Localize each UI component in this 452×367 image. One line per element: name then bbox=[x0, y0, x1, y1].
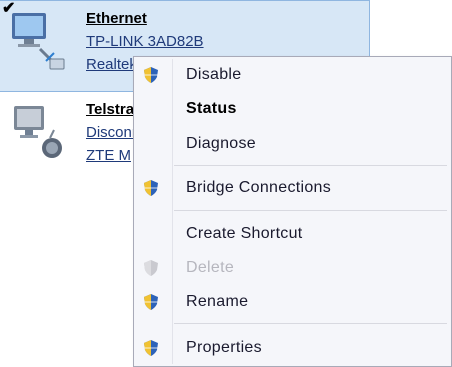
mobile-broadband-icon bbox=[14, 106, 62, 158]
menu-item-label: Delete bbox=[186, 259, 235, 276]
network-adapter-icon bbox=[12, 13, 65, 70]
menu-item-label: Status bbox=[186, 100, 237, 117]
menu-item-rename[interactable]: Rename bbox=[136, 287, 449, 317]
uac-shield-icon bbox=[144, 180, 158, 196]
uac-shield-icon bbox=[144, 340, 158, 356]
menu-item-label: Bridge Connections bbox=[186, 179, 332, 196]
menu-separator bbox=[174, 165, 447, 166]
menu-item-status[interactable]: Status bbox=[136, 94, 449, 124]
menu-item-label: Properties bbox=[186, 339, 262, 356]
uac-shield-icon bbox=[144, 260, 158, 276]
connection-name[interactable]: Ethernet bbox=[86, 7, 204, 30]
menu-separator bbox=[174, 210, 447, 211]
menu-item-label: Rename bbox=[186, 293, 249, 310]
menu-item-label: Create Shortcut bbox=[186, 225, 303, 242]
connection-network: TP-LINK 3AD82B bbox=[86, 33, 204, 50]
menu-item-label: Disable bbox=[186, 66, 242, 83]
menu-item-disable[interactable]: Disable bbox=[136, 60, 449, 90]
context-menu: Disable Status Diagnose Bridge Connectio… bbox=[133, 56, 452, 367]
menu-item-diagnose[interactable]: Diagnose bbox=[136, 129, 449, 159]
menu-item-create-shortcut[interactable]: Create Shortcut bbox=[136, 219, 449, 249]
menu-item-bridge-connections[interactable]: Bridge Connections bbox=[136, 173, 449, 203]
uac-shield-icon bbox=[144, 294, 158, 310]
menu-separator bbox=[174, 323, 447, 324]
uac-shield-icon bbox=[144, 67, 158, 83]
menu-item-properties[interactable]: Properties bbox=[136, 333, 449, 363]
menu-item-delete: Delete bbox=[136, 253, 449, 283]
menu-item-label: Diagnose bbox=[186, 135, 257, 152]
